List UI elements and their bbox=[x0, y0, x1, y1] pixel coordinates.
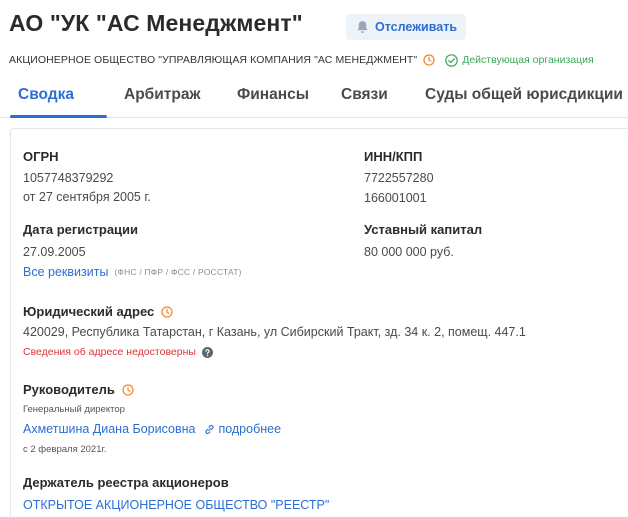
clock-icon[interactable] bbox=[161, 305, 173, 318]
head-name-link[interactable]: Ахметшина Диана Борисовна bbox=[23, 422, 195, 436]
ogrn-date: от 27 сентября 2005 г. bbox=[23, 190, 151, 204]
head-title: Руководитель bbox=[23, 382, 115, 397]
company-header: АО "УК "АС Менеджмент" Отслеживать bbox=[9, 10, 628, 46]
status-text: Действующая организация bbox=[462, 54, 594, 66]
check-circle-icon bbox=[445, 53, 459, 67]
kpp-value: 166001001 bbox=[364, 191, 427, 205]
address-warning-row: Сведения об адресе недостоверны bbox=[23, 346, 213, 358]
tab-general-courts[interactable]: Суды общей юрисдикции bbox=[425, 86, 623, 104]
requisites-hint: (ФНС / ПФР / ФСС / РОССТАТ) bbox=[114, 267, 242, 277]
summary-card: ОГРН 1057748379292 от 27 сентября 2005 г… bbox=[10, 128, 628, 517]
inn-kpp-title: ИНН/КПП bbox=[364, 149, 423, 164]
all-requisites-link[interactable]: Все реквизиты bbox=[23, 265, 108, 279]
tab-finance[interactable]: Финансы bbox=[237, 86, 309, 104]
ogrn-value: 1057748379292 bbox=[23, 171, 114, 185]
head-more-link[interactable]: подробнее bbox=[218, 422, 281, 436]
company-subtitle: АКЦИОНЕРНОЕ ОБЩЕСТВО "УПРАВЛЯЮЩАЯ КОМПАН… bbox=[9, 51, 628, 69]
inn-value: 7722557280 bbox=[364, 171, 434, 185]
head-role: Генеральный директор bbox=[23, 404, 125, 415]
address-warning: Сведения об адресе недостоверны bbox=[23, 346, 196, 358]
tab-connections[interactable]: Связи bbox=[341, 86, 388, 104]
registrar-link[interactable]: ОТКРЫТОЕ АКЦИОНЕРНОЕ ОБЩЕСТВО "РЕЕСТР" bbox=[23, 498, 329, 512]
head-name-row: Ахметшина Диана Борисовна подробнее bbox=[23, 422, 281, 436]
question-icon[interactable] bbox=[201, 346, 213, 358]
ogrn-title: ОГРН bbox=[23, 149, 59, 164]
tab-summary[interactable]: Сводка bbox=[18, 86, 74, 104]
head-since: с 2 февраля 2021г. bbox=[23, 444, 107, 455]
track-button[interactable]: Отслеживать bbox=[346, 14, 467, 40]
track-button-label: Отслеживать bbox=[375, 20, 458, 34]
active-tab-indicator bbox=[10, 115, 107, 118]
head-title-row: Руководитель bbox=[23, 382, 134, 397]
link-icon bbox=[205, 424, 214, 434]
bell-icon bbox=[357, 21, 368, 33]
tab-bar: Сводка Арбитраж Финансы Связи Суды общей… bbox=[0, 78, 628, 118]
address-title-row: Юридический адрес bbox=[23, 304, 173, 319]
registrar-title: Держатель реестра акционеров bbox=[23, 475, 229, 490]
tab-arbitration[interactable]: Арбитраж bbox=[124, 86, 200, 104]
clock-icon[interactable] bbox=[423, 54, 435, 66]
address-value: 420029, Республика Татарстан, г Казань, … bbox=[23, 325, 526, 339]
address-title: Юридический адрес bbox=[23, 304, 155, 319]
reg-date-title: Дата регистрации bbox=[23, 222, 139, 237]
company-full-name: АКЦИОНЕРНОЕ ОБЩЕСТВО "УПРАВЛЯЮЩАЯ КОМПАН… bbox=[9, 54, 418, 66]
reg-date-value: 27.09.2005 bbox=[23, 245, 86, 259]
capital-value: 80 000 000 руб. bbox=[364, 245, 454, 259]
capital-title: Уставный капитал bbox=[364, 222, 483, 237]
company-title: АО "УК "АС Менеджмент" bbox=[9, 10, 303, 36]
clock-icon[interactable] bbox=[122, 383, 134, 396]
requisites-row: Все реквизиты (ФНС / ПФР / ФСС / РОССТАТ… bbox=[23, 265, 242, 279]
